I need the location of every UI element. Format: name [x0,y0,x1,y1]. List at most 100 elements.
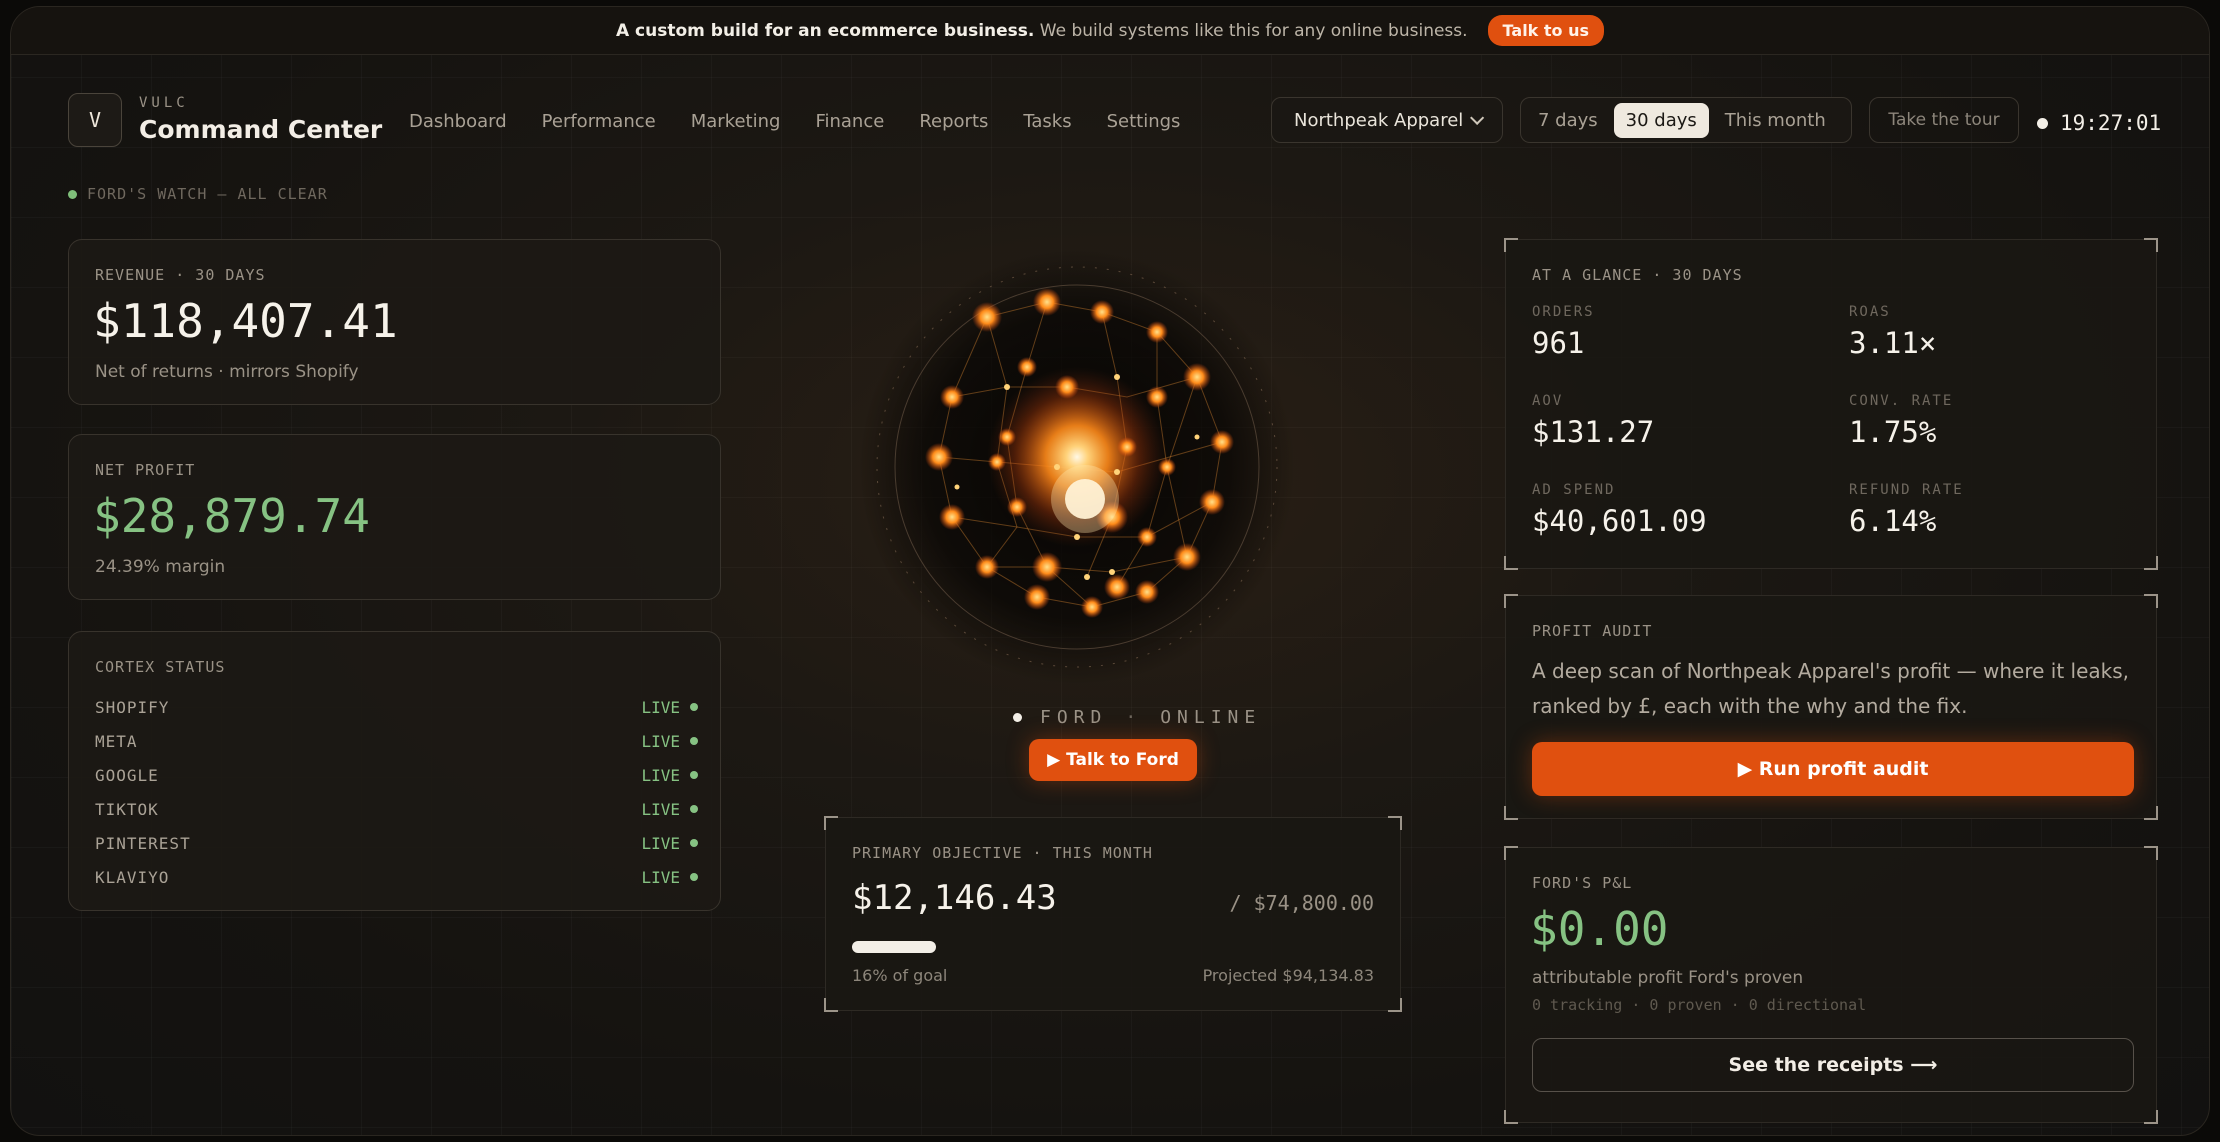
aov-stat: AOV $131.27 [1532,393,1655,449]
list-item: META LIVE [95,724,698,758]
glance-label: AT A GLANCE · 30 DAYS [1532,266,1743,284]
store-select[interactable]: Northpeak Apparel [1271,97,1503,143]
audit-label: PROFIT AUDIT [1532,622,1653,640]
list-item: GOOGLE LIVE [95,758,698,792]
corner-bracket [824,998,838,1012]
conv-rate-stat: CONV. RATE 1.75% [1849,393,1954,449]
range-this-month[interactable]: This month [1713,103,1838,138]
nav-reports[interactable]: Reports [919,111,988,132]
integration-name: KLAVIYO [95,867,170,887]
see-receipts-button[interactable]: See the receipts ⟶ [1532,1038,2134,1092]
status-badge: LIVE [641,766,698,785]
pnl-value: $0.00 [1530,902,1669,956]
integration-name: META [95,731,138,751]
watch-status-text: FORD'S WATCH — ALL CLEAR [87,185,328,203]
profit-audit-panel: PROFIT AUDIT A deep scan of Northpeak Ap… [1504,594,2158,820]
status-badge: LIVE [641,698,698,717]
pnl-label: FORD'S P&L [1532,874,1633,892]
nav-tasks[interactable]: Tasks [1023,111,1071,132]
cortex-status-list: SHOPIFY LIVE META LIVE GOOGLE LIVE TIKTO… [95,690,698,894]
ford-pnl-panel: FORD'S P&L $0.00 attributable profit For… [1504,846,2158,1124]
live-dot-icon [690,805,698,813]
live-dot-icon [690,873,698,881]
talk-to-ford-button[interactable]: ▶ Talk to Ford [1029,739,1197,781]
chevron-down-icon [1470,110,1485,125]
range-30-days[interactable]: 30 days [1613,102,1709,138]
live-dot-icon [690,771,698,779]
store-select-value: Northpeak Apparel [1294,109,1464,131]
corner-bracket [1388,816,1402,830]
nav-settings[interactable]: Settings [1107,111,1181,132]
ford-state: ONLINE [1160,707,1262,728]
net-profit-note: 24.39% margin [95,557,226,577]
announcement-bar: A custom build for an ecommerce business… [11,7,2209,55]
corner-bracket [2144,846,2158,860]
run-profit-audit-button[interactable]: ▶ Run profit audit [1532,742,2134,796]
range-7-days[interactable]: 7 days [1526,103,1610,138]
nav-marketing[interactable]: Marketing [691,111,781,132]
brand-title: Command Center [139,115,383,144]
audit-description: A deep scan of Northpeak Apparel's profi… [1532,659,2130,718]
objective-target: / $74,800.00 [1229,891,1375,915]
ford-orb-visual [859,249,1295,685]
corner-bracket [2144,556,2158,570]
brand-subtitle: VULC [139,95,189,111]
live-dot-icon [690,703,698,711]
corner-bracket [1504,846,1518,860]
nav-dashboard[interactable]: Dashboard [409,111,507,132]
net-profit-label: NET PROFIT [95,461,196,479]
list-item: TIKTOK LIVE [95,792,698,826]
announcement-headline: A custom build for an ecommerce business… [615,20,1035,41]
primary-objective-panel: PRIMARY OBJECTIVE · THIS MONTH $12,146.4… [824,816,1402,1012]
clock-time: 19:27:01 [2060,111,2162,135]
ford-name: FORD [1040,707,1108,728]
revenue-label: REVENUE · 30 DAYS [95,266,266,284]
cortex-status-label: CORTEX STATUS [95,658,226,676]
status-dot-icon [68,189,77,199]
list-item: KLAVIYO LIVE [95,860,698,894]
objective-progress-bar [852,941,936,953]
status-badge: LIVE [641,800,698,819]
roas-stat: ROAS 3.11× [1849,304,1937,360]
corner-bracket [824,816,838,830]
at-a-glance-panel: AT A GLANCE · 30 DAYS ORDERS 961 ROAS 3.… [1504,238,2158,570]
announcement-text: We build systems like this for any onlin… [1039,20,1468,41]
corner-bracket [1504,806,1518,820]
revenue-note: Net of returns · mirrors Shopify [95,362,359,382]
take-tour-button[interactable]: Take the tour [1869,97,2019,143]
pnl-note: attributable profit Ford's proven [1532,968,1804,988]
status-badge: LIVE [641,834,698,853]
cortex-status-card: CORTEX STATUS SHOPIFY LIVE META LIVE GOO… [68,631,721,911]
nav-performance[interactable]: Performance [542,111,656,132]
revenue-value: $118,407.41 [93,294,398,348]
integration-name: PINTEREST [95,833,191,853]
ad-spend-stat: AD SPEND $40,601.09 [1532,482,1707,538]
net-profit-value: $28,879.74 [93,489,370,543]
integration-name: GOOGLE [95,765,159,785]
ford-status: FORD · ONLINE [1013,707,1261,728]
pnl-sub: 0 tracking · 0 proven · 0 directional [1532,996,1867,1014]
brand-logo[interactable]: V [68,93,122,147]
main-nav: Dashboard Performance Marketing Finance … [409,111,1180,132]
talk-to-us-button[interactable]: Talk to us [1487,15,1605,46]
online-dot-icon [1013,713,1022,722]
objective-progress-label: 16% of goal [852,966,948,985]
objective-label: PRIMARY OBJECTIVE · THIS MONTH [852,844,1153,862]
objective-projected: Projected $94,134.83 [1202,966,1374,985]
corner-bracket [1504,1110,1518,1124]
list-item: PINTEREST LIVE [95,826,698,860]
live-dot-icon [690,839,698,847]
date-range-toggle: 7 days 30 days This month [1520,97,1852,143]
integration-name: SHOPIFY [95,697,170,717]
corner-bracket [1504,594,1518,608]
nav-finance[interactable]: Finance [815,111,884,132]
clock: 19:27:01 [2037,111,2161,135]
objective-value: $12,146.43 [852,878,1057,918]
corner-bracket [2144,238,2158,252]
status-badge: LIVE [641,868,698,887]
integration-name: TIKTOK [95,799,159,819]
refund-rate-stat: REFUND RATE 6.14% [1849,482,1964,538]
corner-bracket [2144,1110,2158,1124]
app-frame: A custom build for an ecommerce business… [10,6,2210,1136]
live-dot-icon [690,737,698,745]
